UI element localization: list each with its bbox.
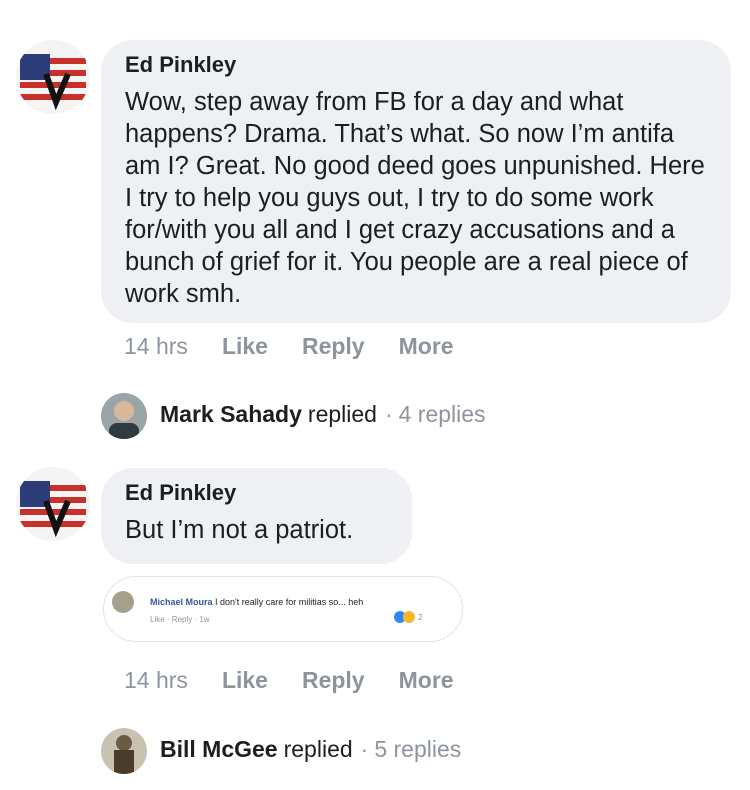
comment-text: Wow, step away from FB for a day and wha… [125, 88, 705, 308]
comment-author[interactable]: Ed Pinkley [125, 52, 707, 78]
reply-author[interactable]: Mark Sahady [160, 401, 302, 428]
reply-button[interactable]: Reply [302, 667, 365, 694]
embedded-text: I don't really care for militias so... h… [215, 597, 364, 607]
embedded-comment-screenshot[interactable]: Michael Moura I don't really care for mi… [103, 576, 463, 642]
replies-preview[interactable]: Mark Sahady replied · 4 replies [160, 401, 486, 428]
comment-actions: 14 hrs Like Reply More [124, 667, 488, 694]
dot-separator: · [384, 401, 393, 427]
comment-text: But I’m not a patriot. [125, 516, 354, 544]
more-button[interactable]: More [399, 333, 454, 360]
timestamp[interactable]: 14 hrs [124, 333, 188, 360]
like-button[interactable]: Like [222, 667, 268, 694]
replied-label: replied [307, 401, 377, 427]
comment-author[interactable]: Ed Pinkley [125, 480, 388, 506]
flag-avatar-icon[interactable] [16, 467, 90, 541]
timestamp[interactable]: 14 hrs [124, 667, 188, 694]
comment-bubble: Ed Pinkley But I’m not a patriot. [101, 468, 412, 564]
like-button[interactable]: Like [222, 333, 268, 360]
replies-preview[interactable]: Bill McGee replied · 5 replies [160, 736, 461, 763]
flag-avatar-icon[interactable] [16, 40, 90, 114]
comment-bubble: Ed Pinkley Wow, step away from FB for a … [101, 40, 731, 323]
wow-reaction-icon [403, 611, 415, 623]
reaction-count: 2 [418, 612, 423, 622]
dot-separator: · [360, 736, 369, 762]
reply-button[interactable]: Reply [302, 333, 365, 360]
reply-count[interactable]: 4 replies [399, 401, 486, 428]
reply-count[interactable]: 5 replies [374, 736, 461, 763]
embedded-author: Michael Moura [150, 597, 213, 607]
embedded-actions: Like · Reply · 1w [150, 615, 210, 624]
reply-author[interactable]: Bill McGee [160, 736, 278, 763]
more-button[interactable]: More [399, 667, 454, 694]
embedded-avatar-icon [112, 591, 134, 613]
profile-photo-icon[interactable] [101, 728, 147, 774]
comment-actions: 14 hrs Like Reply More [124, 333, 488, 360]
replied-label: replied [283, 736, 353, 762]
profile-photo-icon[interactable] [101, 393, 147, 439]
